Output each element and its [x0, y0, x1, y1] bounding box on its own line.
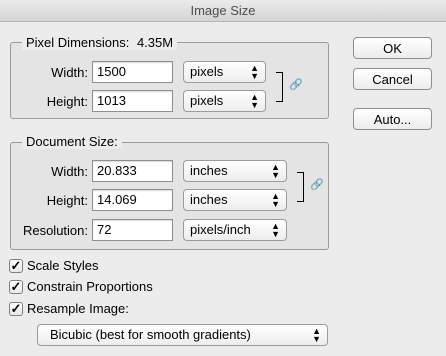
window-title: Image Size [190, 3, 256, 18]
popup-arrows-icon: ▲ ▼ [271, 191, 280, 209]
pixel-height-label: Height: [46, 94, 88, 109]
auto-button[interactable]: Auto... [353, 108, 432, 130]
pixel-dimensions-label: Pixel Dimensions: [26, 35, 130, 50]
resample-method-select[interactable]: Bicubic (best for smooth gradients) ▲ ▼ [37, 324, 328, 346]
doc-height-unit-value: inches [190, 192, 228, 207]
pixel-height-field[interactable]: 1013 [92, 90, 173, 112]
scale-styles-label: Scale Styles [27, 258, 99, 273]
doc-height-field[interactable]: 14.069 [92, 189, 173, 211]
pixel-width-unit-value: pixels [190, 64, 224, 79]
popup-arrows-icon: ▲ ▼ [250, 63, 259, 81]
resample-image-checkbox[interactable]: ✓ [9, 302, 23, 316]
resample-method-value: Bicubic (best for smooth gradients) [50, 327, 251, 342]
doc-width-field[interactable]: 20.833 [92, 160, 173, 182]
pixel-width-unit-select[interactable]: pixels ▲ ▼ [183, 61, 266, 83]
chain-link-icon[interactable]: 🔗 [289, 78, 303, 91]
doc-width-unit-value: inches [190, 163, 228, 178]
scale-styles-checkbox[interactable]: ✓ [9, 259, 23, 273]
resolution-unit-select[interactable]: pixels/inch ▲ ▼ [183, 219, 287, 241]
doc-height-label: Height: [46, 193, 88, 208]
popup-arrows-icon: ▲ ▼ [271, 221, 280, 239]
cancel-button[interactable]: Cancel [353, 68, 432, 90]
popup-arrows-icon: ▲ ▼ [250, 92, 259, 110]
doc-link-bracket [297, 172, 304, 202]
resolution-unit-value: pixels/inch [190, 222, 251, 237]
pixel-dimensions-legend: Pixel Dimensions: 4.35M [22, 35, 178, 50]
resolution-label: Resolution: [22, 223, 88, 238]
window-titlebar: Image Size [0, 0, 446, 22]
resolution-field[interactable]: 72 [92, 219, 173, 241]
pixel-link-bracket [276, 72, 283, 102]
pixel-height-unit-value: pixels [190, 93, 224, 108]
doc-height-unit-select[interactable]: inches ▲ ▼ [183, 189, 287, 211]
popup-arrows-icon: ▲ ▼ [271, 162, 280, 180]
constrain-proportions-label: Constrain Proportions [27, 279, 153, 294]
popup-arrows-icon: ▲ ▼ [312, 326, 321, 344]
pixel-width-field[interactable]: 1500 [92, 61, 173, 83]
pixel-dimensions-size: 4.35M [136, 35, 174, 50]
ok-button[interactable]: OK [353, 37, 432, 59]
document-size-legend: Document Size: [22, 134, 122, 149]
pixel-width-label: Width: [51, 65, 88, 80]
constrain-proportions-checkbox[interactable]: ✓ [9, 280, 23, 294]
chain-link-icon[interactable]: 🔗 [310, 178, 324, 191]
doc-width-unit-select[interactable]: inches ▲ ▼ [183, 160, 287, 182]
doc-width-label: Width: [51, 164, 88, 179]
pixel-height-unit-select[interactable]: pixels ▲ ▼ [183, 90, 266, 112]
resample-image-label: Resample Image: [27, 301, 129, 316]
